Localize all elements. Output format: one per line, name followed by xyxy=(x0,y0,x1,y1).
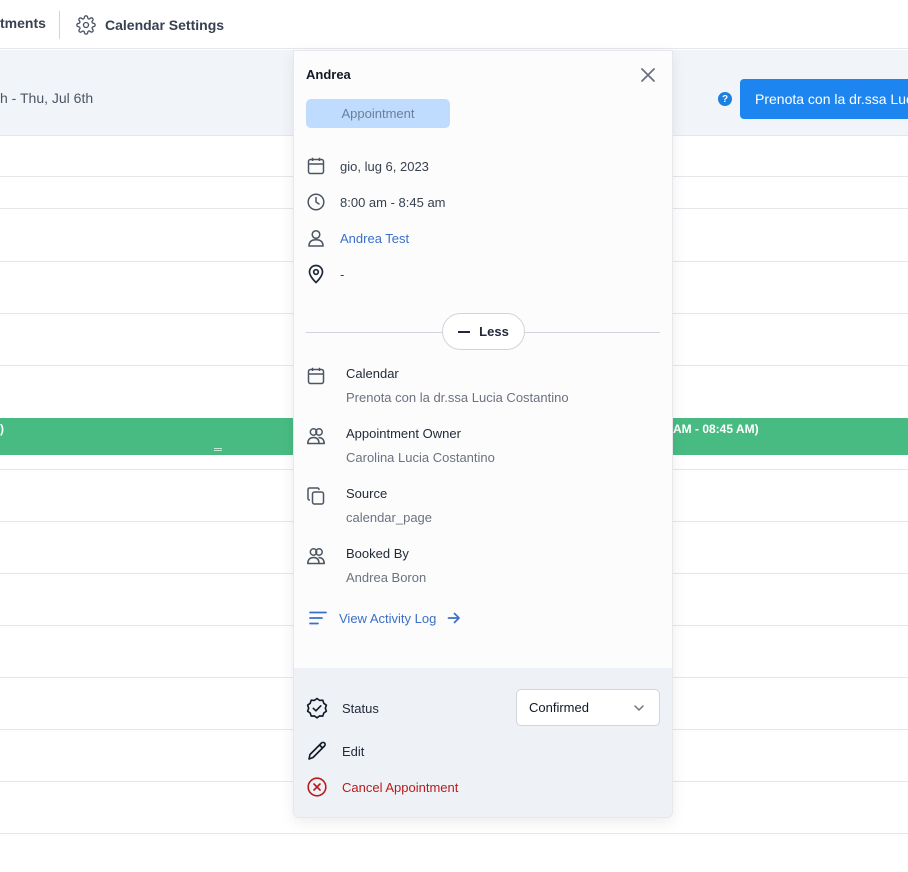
contact-row: Andrea Test xyxy=(306,227,409,249)
minus-icon xyxy=(458,330,471,333)
show-less-button[interactable]: Less xyxy=(442,313,525,350)
gear-icon xyxy=(76,15,96,35)
book-appointment-button[interactable]: Prenota con la dr.ssa Luc xyxy=(740,79,908,119)
calendar-icon xyxy=(307,157,325,175)
booked-by-detail-label: Booked By xyxy=(346,546,409,561)
date-range-label: h - Thu, Jul 6th xyxy=(0,90,94,106)
cancel-appointment-label: Cancel Appointment xyxy=(342,779,459,795)
contact-link[interactable]: Andrea Test xyxy=(340,231,409,246)
nav-calendar-settings-tab[interactable]: Calendar Settings xyxy=(76,13,224,37)
nav-appointments-tab[interactable]: tments xyxy=(0,15,46,31)
cancel-appointment-action[interactable]: Cancel Appointment xyxy=(306,776,458,798)
event-text-right: AM - 08:45 AM) xyxy=(673,422,759,436)
grid-line xyxy=(0,833,908,834)
popover-title: Andrea xyxy=(306,67,351,82)
location-pin-icon xyxy=(308,264,324,284)
calendar-detail-label: Calendar xyxy=(346,366,399,381)
user-icon xyxy=(308,229,324,247)
edit-action[interactable]: Edit xyxy=(306,740,364,762)
help-icon[interactable]: ? xyxy=(718,92,732,106)
owner-detail-value: Carolina Lucia Costantino xyxy=(346,450,495,465)
list-icon xyxy=(309,611,327,625)
popover-footer: Status Confirmed Edit Cancel Appointment xyxy=(294,668,672,817)
resize-handle[interactable] xyxy=(214,448,222,451)
status-label: Status xyxy=(342,700,379,716)
copy-icon xyxy=(307,487,325,505)
date-row: gio, lug 6, 2023 xyxy=(306,155,429,177)
appointment-popover: Andrea Appointment gio, lug 6, 2023 8:00… xyxy=(293,50,673,818)
users-icon xyxy=(307,548,325,565)
calendar-icon xyxy=(307,367,325,385)
view-activity-log-label: View Activity Log xyxy=(339,610,437,626)
status-dropdown[interactable]: Confirmed xyxy=(516,689,660,726)
arrow-right-icon xyxy=(447,612,461,624)
badge-check-icon xyxy=(306,697,328,719)
appointment-type-badge: Appointment xyxy=(306,99,450,128)
clock-icon xyxy=(307,193,325,211)
view-activity-log-link[interactable]: View Activity Log xyxy=(308,608,461,628)
users-icon xyxy=(307,428,325,445)
source-detail-value: calendar_page xyxy=(346,510,433,525)
appointment-time: 8:00 am - 8:45 am xyxy=(340,194,446,210)
close-icon[interactable] xyxy=(639,66,657,84)
calendar-detail-value: Prenota con la dr.ssa Lucia Costantino xyxy=(346,390,569,405)
calendar-settings-label: Calendar Settings xyxy=(105,17,225,33)
time-row: 8:00 am - 8:45 am xyxy=(306,191,446,213)
top-nav: tments Calendar Settings xyxy=(0,0,908,49)
location-row: - xyxy=(306,263,344,285)
owner-detail-label: Appointment Owner xyxy=(346,426,461,441)
appointment-date: gio, lug 6, 2023 xyxy=(340,158,429,174)
appointment-location: - xyxy=(340,266,345,282)
edit-label: Edit xyxy=(342,743,365,759)
status-row: Status xyxy=(306,697,379,719)
chevron-down-icon xyxy=(634,704,644,711)
status-value: Confirmed xyxy=(529,700,589,715)
x-circle-icon xyxy=(307,777,327,797)
pencil-icon xyxy=(308,741,326,760)
booked-by-detail-value: Andrea Boron xyxy=(346,570,427,585)
nav-divider xyxy=(59,11,60,39)
event-text-left: ) xyxy=(0,422,4,436)
show-less-label: Less xyxy=(479,324,509,339)
source-detail-label: Source xyxy=(346,486,388,501)
